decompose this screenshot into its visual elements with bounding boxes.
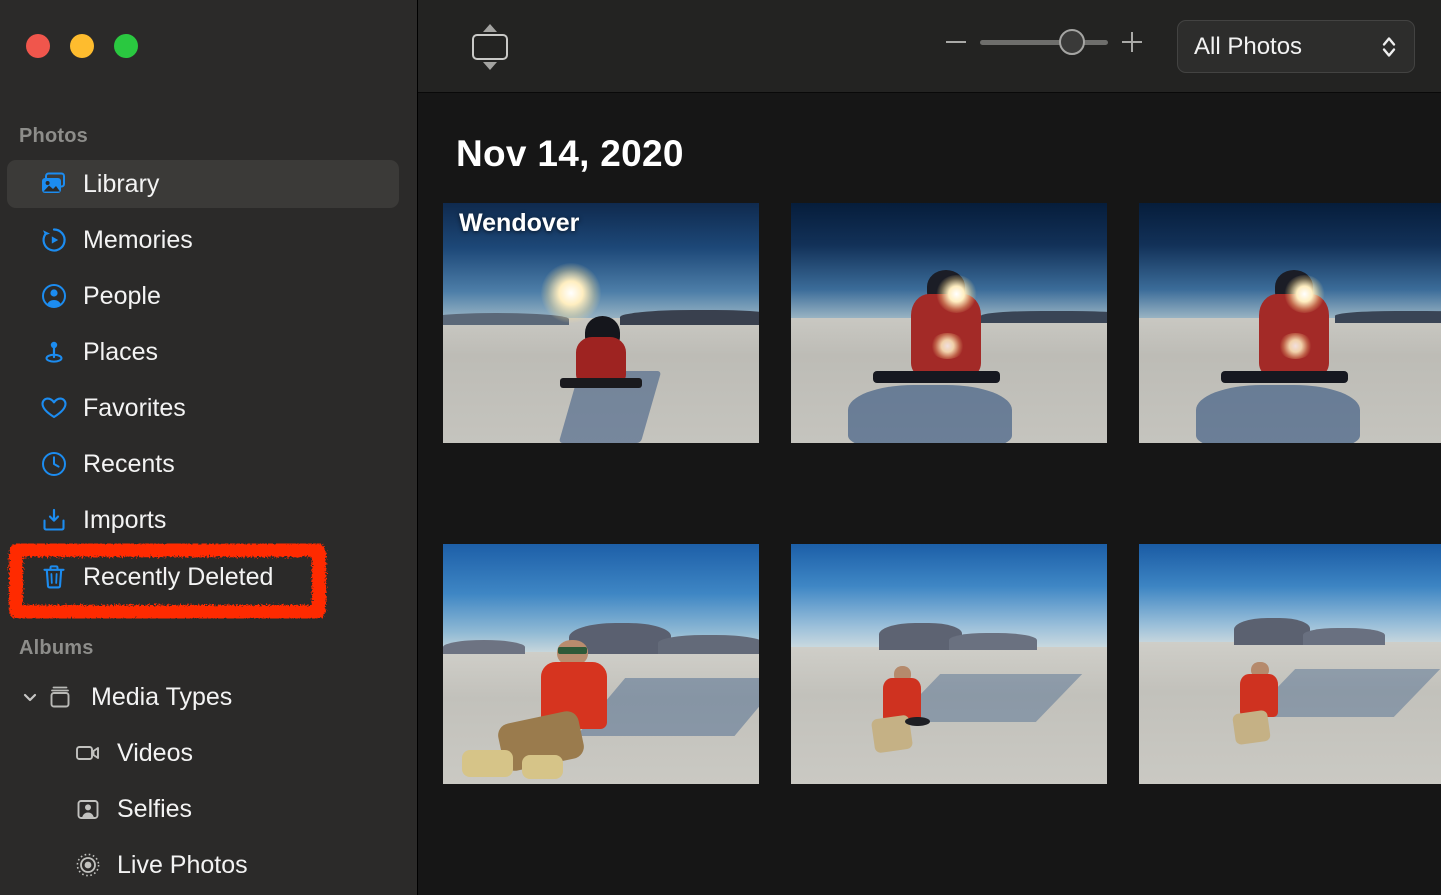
album-box-icon: [45, 682, 75, 712]
sidebar-item-label: Favorites: [83, 393, 186, 422]
sidebar-item-videos[interactable]: Videos: [7, 729, 399, 777]
photo-stack-icon: [39, 169, 69, 199]
maximize-window-button[interactable]: [114, 34, 138, 58]
sidebar-item-recents[interactable]: Recents: [7, 440, 399, 488]
sidebar-item-label: Library: [83, 169, 160, 198]
video-camera-icon: [73, 738, 103, 768]
photo-image: [791, 203, 1107, 443]
sidebar-item-live-photos[interactable]: Live Photos: [7, 841, 399, 889]
view-options-button[interactable]: [460, 18, 520, 76]
sidebar-item-places[interactable]: Places: [7, 328, 399, 376]
sidebar-item-favorites[interactable]: Favorites: [7, 384, 399, 432]
photo-image: [443, 203, 759, 443]
zoom-slider-track[interactable]: [980, 29, 1108, 55]
photo-thumbnail[interactable]: [791, 203, 1107, 443]
zoom-out-icon[interactable]: [946, 41, 966, 43]
sidebar-item-label: Memories: [83, 225, 193, 254]
sidebar-item-imports[interactable]: Imports: [7, 496, 399, 544]
memories-icon: [39, 225, 69, 255]
person-circle-icon: [39, 281, 69, 311]
sidebar-item-recently-deleted[interactable]: Recently Deleted: [7, 553, 399, 601]
selfie-person-icon: [73, 794, 103, 824]
sidebar-item-library[interactable]: Library: [7, 160, 399, 208]
chevron-up-down-icon: [1380, 33, 1398, 61]
sidebar-item-label: Places: [83, 337, 159, 366]
main-content: All Photos Nov 14, 2020 Wendover: [418, 0, 1441, 895]
sidebar-item-label: Recently Deleted: [83, 562, 274, 591]
chevron-down-icon[interactable]: [19, 687, 41, 707]
sidebar-item-label: Recents: [83, 449, 175, 478]
sidebar-item-people[interactable]: People: [7, 272, 399, 320]
photo-thumbnail[interactable]: [443, 544, 759, 784]
clock-icon: [39, 449, 69, 479]
aspect-rect-icon: [472, 34, 508, 60]
sidebar-item-media-types[interactable]: Media Types: [7, 673, 399, 721]
sidebar-item-label: People: [83, 281, 161, 310]
minimize-window-button[interactable]: [70, 34, 94, 58]
photo-thumbnail[interactable]: Wendover: [443, 203, 759, 443]
photo-image: [443, 544, 759, 784]
map-pin-icon: [39, 337, 69, 367]
close-window-button[interactable]: [26, 34, 50, 58]
photo-thumbnail[interactable]: [791, 544, 1107, 784]
heart-icon: [39, 393, 69, 423]
filter-popup-value: All Photos: [1194, 32, 1303, 60]
filter-popup-button[interactable]: All Photos: [1177, 20, 1415, 73]
live-photo-icon: [73, 850, 103, 880]
toolbar: All Photos: [418, 0, 1441, 93]
sidebar: Photos Library Memories People Places Fa…: [0, 0, 418, 895]
photo-grid: Wendover: [443, 203, 1441, 784]
zoom-in-icon[interactable]: [1122, 32, 1142, 52]
photo-caption: Wendover: [459, 209, 580, 237]
photo-image: [1139, 544, 1441, 784]
photo-thumbnail[interactable]: [1139, 544, 1441, 784]
sidebar-item-selfies[interactable]: Selfies: [7, 785, 399, 833]
import-tray-icon: [39, 505, 69, 535]
trash-icon: [39, 562, 69, 592]
sidebar-section-header-albums: Albums: [19, 637, 94, 659]
date-section-header: Nov 14, 2020: [456, 133, 684, 174]
chevron-down-icon: [483, 62, 497, 70]
zoom-slider-control[interactable]: [946, 29, 1142, 55]
sidebar-section-header-photos: Photos: [19, 125, 88, 147]
sidebar-item-label: Selfies: [117, 794, 193, 823]
photo-image: [1139, 203, 1441, 443]
photo-thumbnail[interactable]: [1139, 203, 1441, 443]
window-traffic-lights: [26, 34, 138, 58]
photos-app-window: Photos Library Memories People Places Fa…: [0, 0, 1441, 895]
sidebar-item-label: Media Types: [91, 682, 233, 711]
photo-image: [791, 544, 1107, 784]
sidebar-item-memories[interactable]: Memories: [7, 216, 399, 264]
sidebar-item-label: Imports: [83, 505, 167, 534]
chevron-up-icon: [483, 24, 497, 32]
sidebar-item-label: Videos: [117, 738, 193, 767]
zoom-slider-knob[interactable]: [1059, 29, 1085, 55]
sidebar-item-label: Live Photos: [117, 850, 248, 879]
photo-grid-area: Nov 14, 2020 Wendover: [418, 93, 1441, 895]
